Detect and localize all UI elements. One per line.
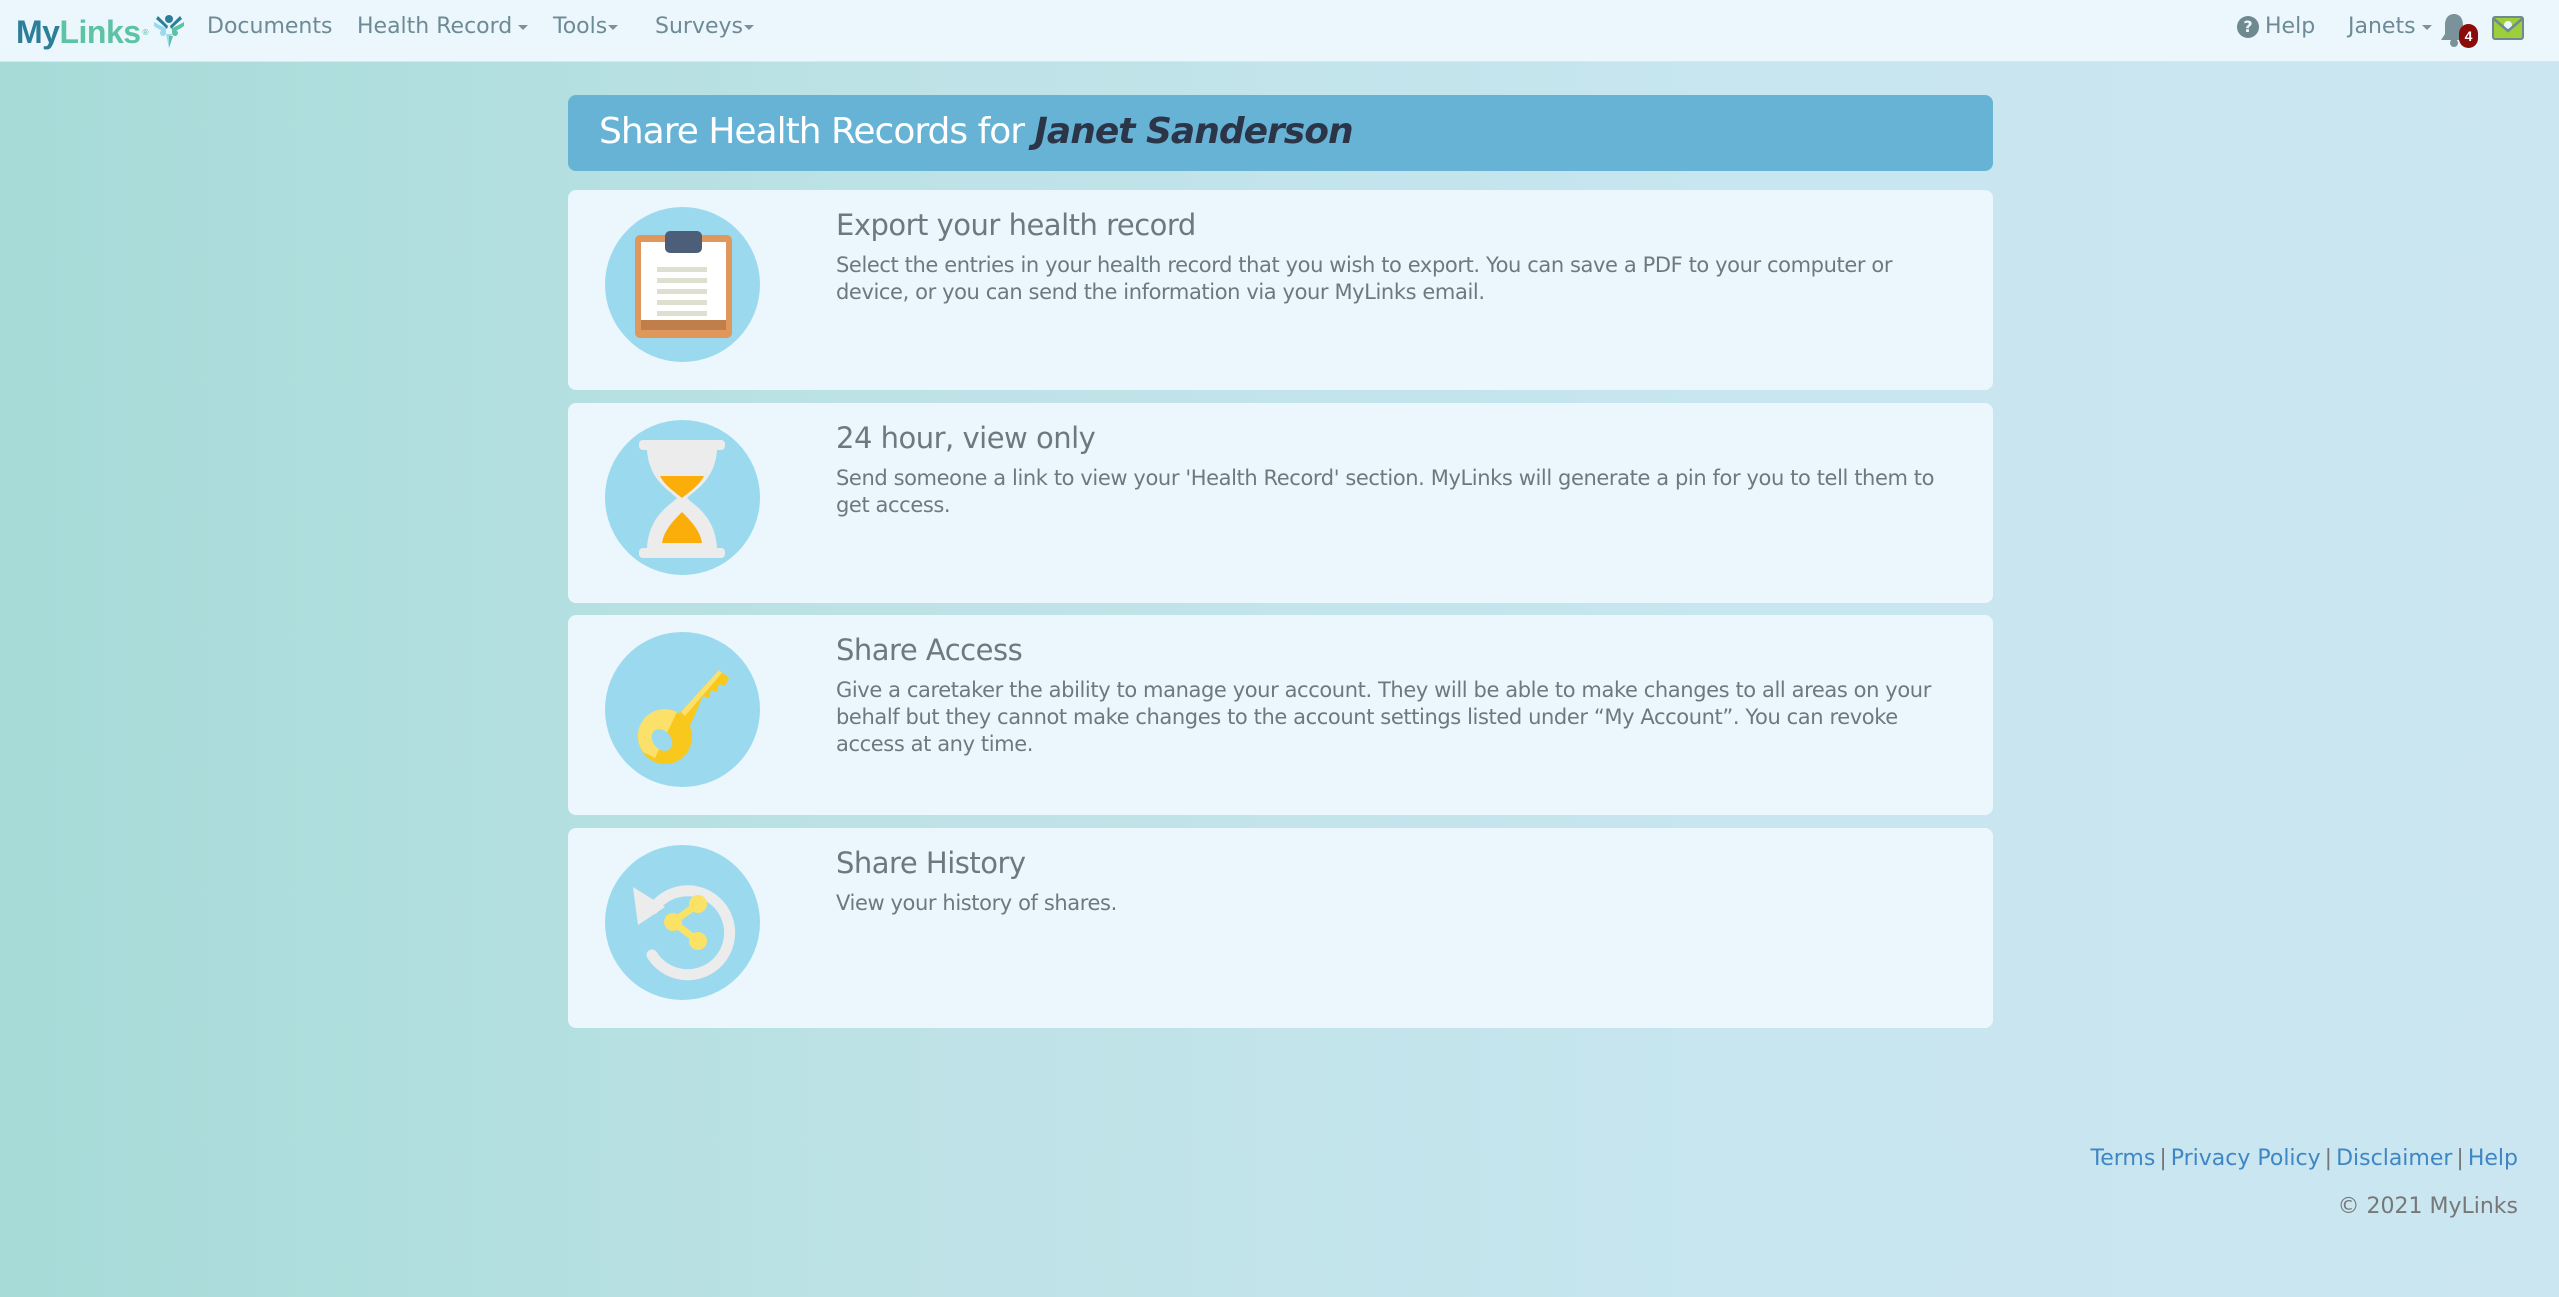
nav-documents-label: Documents bbox=[207, 14, 333, 39]
logo-my: My bbox=[16, 13, 60, 50]
card-title: Export your health record bbox=[836, 208, 1196, 242]
export-health-record-card[interactable]: Export your health record Select the ent… bbox=[568, 190, 1993, 390]
caret-down-icon bbox=[2421, 24, 2432, 30]
nav-tools[interactable]: Tools bbox=[553, 14, 619, 39]
caret-down-icon bbox=[518, 24, 529, 30]
footer-links: Terms | Privacy Policy | Disclaimer | Help bbox=[2091, 1146, 2518, 1171]
footer-link-terms[interactable]: Terms bbox=[2091, 1146, 2156, 1171]
question-circle-icon: ? bbox=[2237, 16, 2259, 38]
card-title: Share History bbox=[836, 846, 1026, 880]
copyright-text: © 2021 MyLinks bbox=[2337, 1194, 2519, 1219]
share-history-icon bbox=[605, 845, 760, 1000]
card-title: 24 hour, view only bbox=[836, 421, 1096, 455]
caret-down-icon bbox=[608, 24, 619, 30]
caret-down-icon bbox=[744, 24, 754, 30]
key-icon bbox=[605, 632, 760, 787]
mylinks-logo[interactable]: MyLinks ® bbox=[16, 10, 186, 54]
card-description: Send someone a link to view your 'Health… bbox=[836, 466, 1935, 517]
share-history-card[interactable]: Share History View your history of share… bbox=[568, 828, 1993, 1028]
nav-surveys-label: Surveys bbox=[655, 14, 743, 39]
view-only-24-hour-card[interactable]: 24 hour, view only Send someone a link t… bbox=[568, 403, 1993, 603]
page-title: Share Health Records for Janet Sanderson bbox=[599, 111, 1354, 152]
footer-separator: | bbox=[2456, 1146, 2464, 1171]
nav-documents[interactable]: Documents bbox=[207, 14, 332, 39]
user-menu-label: Janets bbox=[2348, 14, 2416, 39]
nav-help-label: Help bbox=[2265, 14, 2316, 39]
card-title: Share Access bbox=[836, 633, 1023, 667]
nav-help[interactable]: ? Help bbox=[2237, 14, 2315, 39]
card-description: Give a caretaker the ability to manage y… bbox=[836, 678, 1931, 756]
footer-separator: | bbox=[2324, 1146, 2333, 1171]
footer-link-disclaimer[interactable]: Disclaimer bbox=[2336, 1146, 2452, 1171]
nav-tools-label: Tools bbox=[553, 14, 608, 39]
notification-count-badge: 4 bbox=[2459, 24, 2478, 48]
card-description: Select the entries in your health record… bbox=[836, 253, 1893, 304]
notifications-button[interactable]: 4 bbox=[2439, 12, 2478, 50]
logo-people-icon bbox=[153, 15, 184, 48]
share-access-card[interactable]: Share Access Give a caretaker the abilit… bbox=[568, 615, 1993, 815]
page-banner: Share Health Records for Janet Sanderson bbox=[568, 95, 1993, 171]
top-navbar: MyLinks ® Documents Health Record Tools S… bbox=[0, 0, 2559, 62]
nav-health-record[interactable]: Health Record bbox=[357, 14, 529, 39]
user-menu[interactable]: Janets bbox=[2348, 14, 2432, 39]
logo-links: Links bbox=[59, 13, 141, 50]
footer-link-help[interactable]: Help bbox=[2468, 1146, 2518, 1171]
patient-name: Janet Sanderson bbox=[1034, 111, 1354, 152]
page-title-prefix: Share Health Records for bbox=[599, 111, 1035, 152]
card-description: View your history of shares. bbox=[836, 891, 1117, 915]
logo-registered-mark: ® bbox=[141, 27, 150, 37]
clipboard-icon bbox=[605, 207, 760, 362]
logo-text: MyLinks bbox=[16, 14, 141, 51]
nav-health-record-label: Health Record bbox=[357, 14, 513, 39]
envelope-icon bbox=[2492, 16, 2524, 40]
messages-button[interactable] bbox=[2492, 16, 2524, 40]
nav-surveys[interactable]: Surveys bbox=[655, 14, 754, 39]
hourglass-icon bbox=[605, 420, 760, 575]
footer-separator: | bbox=[2159, 1146, 2167, 1171]
footer-link-privacy-policy[interactable]: Privacy Policy bbox=[2171, 1146, 2321, 1171]
